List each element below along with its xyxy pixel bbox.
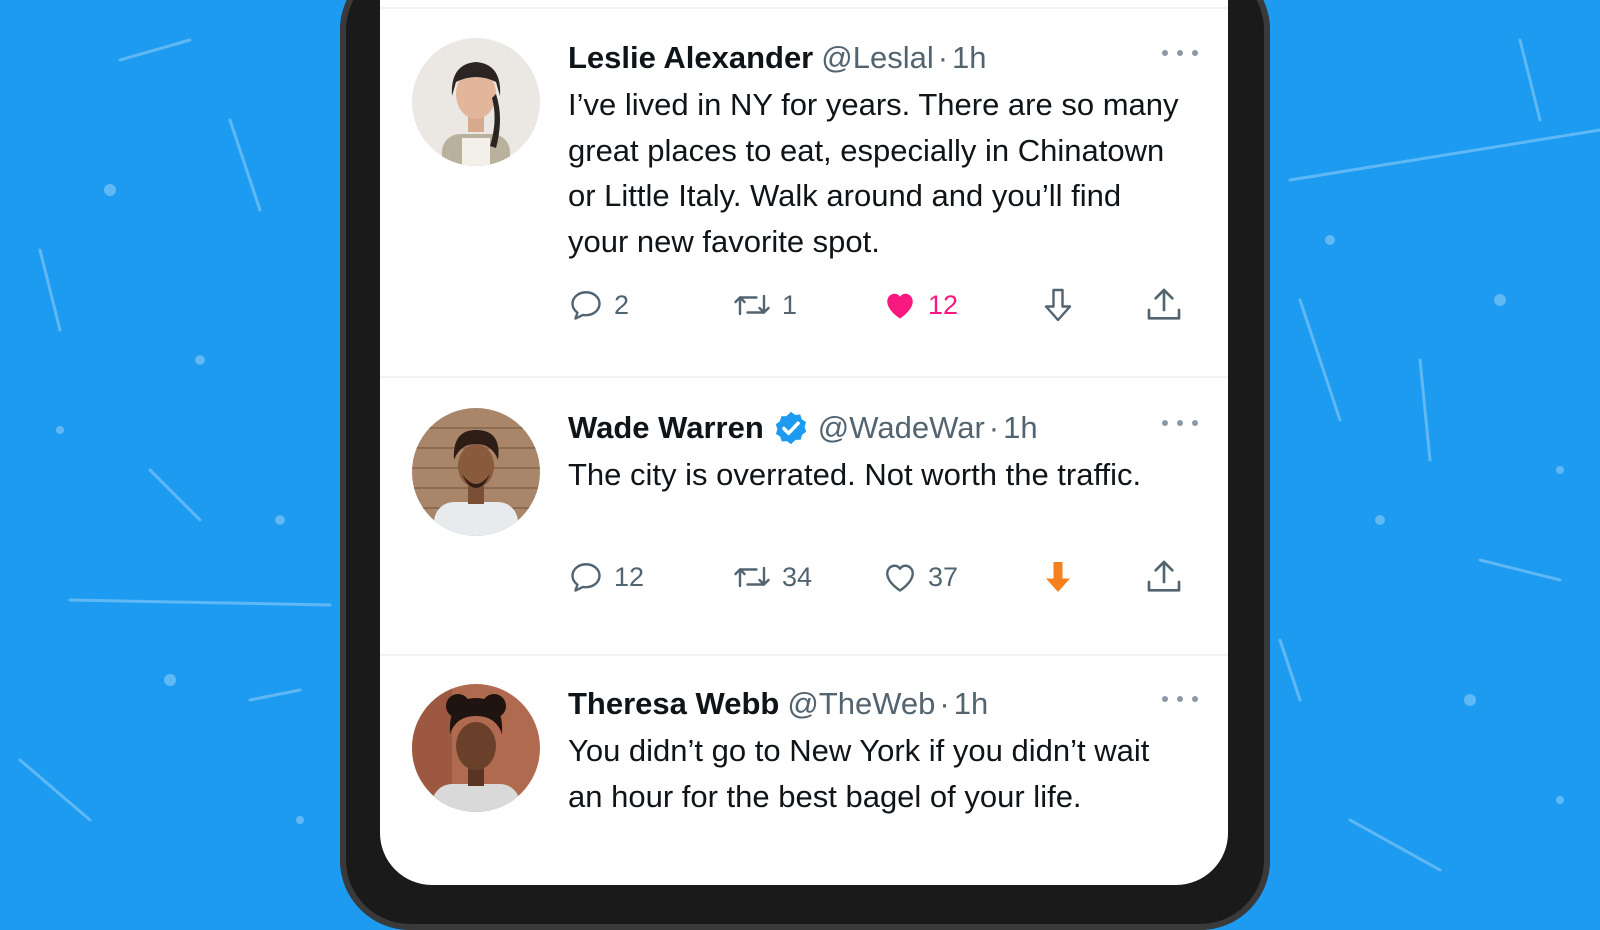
author-handle[interactable]: @Leslal: [821, 40, 933, 76]
timestamp[interactable]: 1h: [952, 40, 986, 76]
avatar[interactable]: [412, 684, 540, 812]
share-button[interactable]: [1144, 555, 1184, 599]
timestamp[interactable]: 1h: [954, 686, 988, 722]
tweet-text: The city is overrated. Not worth the tra…: [568, 457, 1142, 492]
retweet-button[interactable]: 34: [732, 555, 812, 599]
verified-badge-icon: [772, 409, 810, 447]
like-count: 12: [928, 289, 959, 320]
downvote-button[interactable]: [1040, 283, 1076, 327]
avatar[interactable]: [412, 38, 540, 166]
heart-outline-icon: [886, 564, 914, 592]
tweet-actions: 2 1 12: [568, 283, 1204, 327]
retweet-count: 1: [782, 289, 798, 320]
retweet-count: 34: [782, 561, 813, 592]
retweet-icon: [734, 566, 770, 588]
reply-count: 12: [614, 561, 645, 592]
like-button[interactable]: 37: [882, 555, 958, 599]
tweet-header: Theresa Webb @TheWeb · 1h: [568, 684, 1208, 724]
reply-button[interactable]: 12: [568, 555, 644, 599]
timeline-screen: Leslie Alexander @Leslal · 1h I’ve lived…: [380, 0, 1228, 885]
tweet-actions: 12 34 37: [568, 555, 1204, 599]
more-options-icon[interactable]: [1162, 38, 1198, 68]
reply-icon: [571, 563, 601, 592]
share-button[interactable]: [1144, 283, 1184, 327]
downvote-button[interactable]: [1040, 555, 1076, 599]
tweet-text: You didn’t go to New York if you didn’t …: [568, 733, 1150, 814]
author-name[interactable]: Leslie Alexander: [568, 40, 813, 76]
share-icon: [1147, 288, 1181, 320]
tweet-card[interactable]: Theresa Webb @TheWeb · 1h You didn’t go …: [380, 684, 1228, 885]
author-handle[interactable]: @WadeWar: [818, 410, 985, 446]
like-count: 37: [928, 561, 959, 592]
tweet-card[interactable]: Leslie Alexander @Leslal · 1h I’ve lived…: [380, 38, 1228, 378]
separator-dot: ·: [988, 410, 1000, 445]
author-handle[interactable]: @TheWeb: [787, 686, 935, 722]
retweet-icon: [734, 294, 770, 316]
divider: [380, 376, 1228, 378]
reply-button[interactable]: 2: [568, 283, 629, 327]
separator-dot: ·: [937, 40, 949, 75]
more-options-icon[interactable]: [1162, 684, 1198, 714]
heart-filled-icon: [887, 293, 913, 319]
share-icon: [1147, 560, 1181, 592]
like-button[interactable]: 12: [882, 283, 958, 327]
separator-dot: ·: [939, 686, 950, 721]
timestamp[interactable]: 1h: [1003, 410, 1037, 446]
author-name[interactable]: Theresa Webb: [568, 686, 779, 722]
reply-icon: [571, 291, 601, 320]
tweet-card[interactable]: Wade Warren @WadeWar · 1h The city is ov…: [380, 408, 1228, 656]
avatar[interactable]: [412, 408, 540, 536]
tweet-text: I’ve lived in NY for years. There are so…: [568, 87, 1179, 259]
divider: [380, 654, 1228, 656]
arrow-down-icon: [1044, 288, 1072, 322]
reply-count: 2: [614, 289, 630, 320]
author-name[interactable]: Wade Warren: [568, 410, 764, 446]
retweet-button[interactable]: 1: [732, 283, 797, 327]
more-options-icon[interactable]: [1162, 408, 1198, 438]
tweet-header: Leslie Alexander @Leslal · 1h: [568, 38, 1208, 78]
arrow-down-filled-icon: [1046, 562, 1070, 592]
tweet-header: Wade Warren @WadeWar · 1h: [568, 408, 1208, 448]
divider: [380, 7, 1228, 9]
